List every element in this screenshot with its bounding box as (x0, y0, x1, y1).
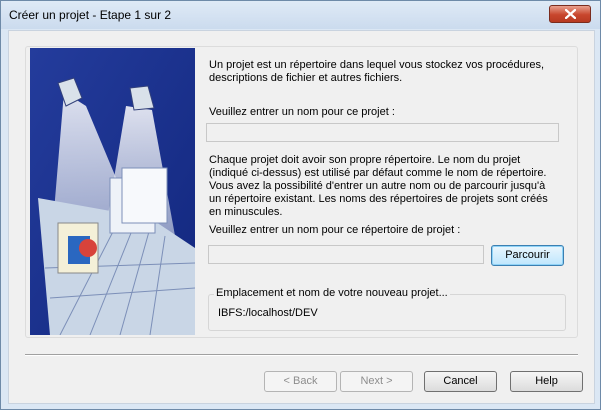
close-button[interactable] (549, 5, 591, 23)
project-illustration (30, 48, 195, 335)
window-title: Créer un projet - Etape 1 sur 2 (9, 8, 172, 22)
info-text: Chaque projet doit avoir son propre répe… (209, 154, 548, 218)
help-button[interactable]: Help (510, 371, 583, 392)
directory-name-label: Veuillez entrer un nom pour ce répertoir… (209, 224, 461, 236)
browse-button[interactable]: Parcourir (491, 245, 564, 266)
close-icon (565, 9, 576, 19)
intro-text: Un projet est un répertoire dans lequel … (209, 59, 545, 84)
separator (25, 354, 578, 356)
project-name-label: Veuillez entrer un nom pour ce projet : (209, 106, 395, 118)
back-button[interactable]: < Back (264, 371, 337, 392)
title-bar[interactable]: Créer un projet - Etape 1 sur 2 (1, 1, 600, 29)
project-name-input[interactable] (206, 123, 559, 142)
directory-name-input[interactable] (208, 245, 484, 264)
cancel-button[interactable]: Cancel (424, 371, 497, 392)
location-legend: Emplacement et nom de votre nouveau proj… (214, 287, 450, 300)
create-project-dialog: Créer un projet - Etape 1 sur 2 Un proje… (0, 0, 601, 410)
next-button[interactable]: Next > (340, 371, 413, 392)
location-value: IBFS:/localhost/DEV (218, 307, 318, 319)
dialog-body: Un projet est un répertoire dans lequel … (8, 30, 595, 404)
